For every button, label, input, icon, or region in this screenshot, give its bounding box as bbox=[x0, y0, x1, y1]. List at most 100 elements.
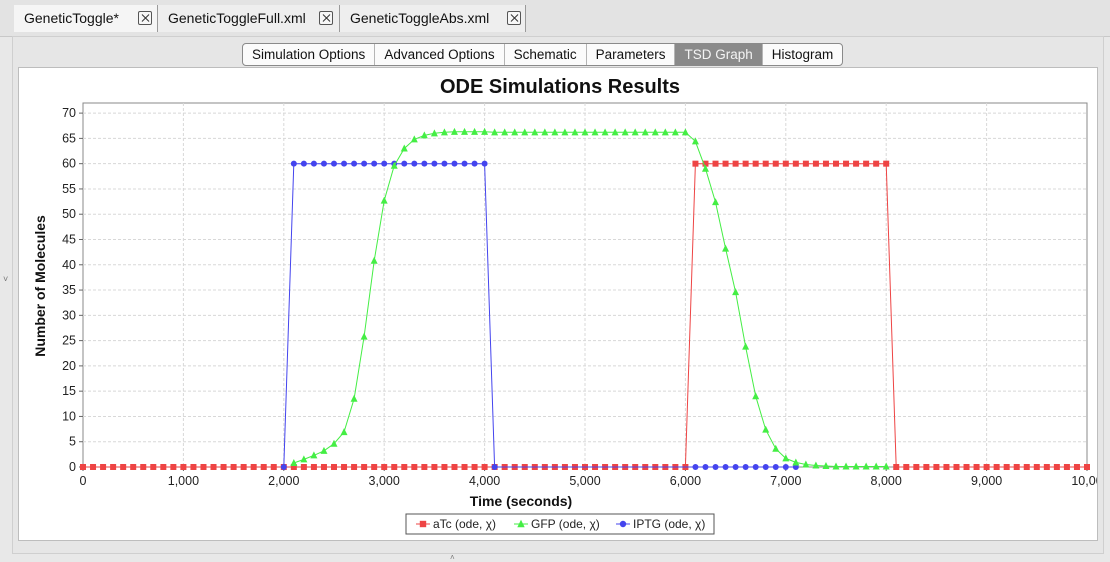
data-point bbox=[943, 464, 950, 470]
y-tick-label: 25 bbox=[62, 334, 76, 348]
data-point bbox=[1003, 464, 1010, 470]
data-point bbox=[782, 160, 789, 167]
resize-handle-icon[interactable]: ˄ bbox=[450, 553, 455, 562]
chart-panel[interactable]: ODE Simulations Results 0 5 10 15 20 25 30 35 40… bbox=[18, 67, 1103, 541]
data-point bbox=[491, 464, 498, 470]
file-tab-genetictoggleabs[interactable]: GeneticToggleAbs.xml bbox=[340, 5, 526, 32]
data-point bbox=[471, 464, 478, 470]
data-point bbox=[802, 160, 809, 167]
y-tick-label: 40 bbox=[62, 258, 76, 272]
view-tab-bar: Simulation Options Advanced Options Sche… bbox=[242, 43, 844, 66]
x-tick-label: 5,000 bbox=[569, 474, 600, 488]
data-point bbox=[893, 464, 900, 470]
file-tab-label: GeneticToggleFull.xml bbox=[168, 10, 306, 26]
data-point bbox=[310, 464, 317, 470]
data-point bbox=[361, 160, 368, 167]
data-point bbox=[732, 464, 739, 470]
data-point bbox=[300, 464, 307, 470]
data-point bbox=[331, 160, 337, 167]
data-point bbox=[1084, 464, 1090, 470]
x-tick-label: 4,000 bbox=[469, 474, 500, 488]
data-point bbox=[240, 464, 247, 470]
data-point bbox=[933, 464, 940, 470]
data-point bbox=[310, 160, 317, 167]
data-point bbox=[1043, 464, 1050, 470]
y-tick-label: 50 bbox=[62, 207, 76, 221]
tab-histogram[interactable]: Histogram bbox=[763, 44, 843, 65]
data-point bbox=[431, 160, 438, 167]
y-tick-label: 60 bbox=[62, 157, 76, 171]
data-point bbox=[341, 464, 348, 470]
data-point bbox=[883, 160, 890, 167]
data-point bbox=[160, 464, 167, 470]
file-tab-label: GeneticToggle* bbox=[24, 10, 119, 26]
data-point bbox=[421, 160, 428, 167]
data-point bbox=[110, 464, 117, 470]
tab-schematic[interactable]: Schematic bbox=[505, 44, 587, 65]
data-point bbox=[411, 160, 418, 167]
y-tick-label: 55 bbox=[62, 182, 76, 196]
data-point bbox=[692, 160, 699, 167]
data-point bbox=[341, 160, 348, 167]
data-point bbox=[331, 464, 337, 470]
data-point bbox=[371, 464, 378, 470]
data-point bbox=[461, 160, 468, 167]
tab-parameters[interactable]: Parameters bbox=[587, 44, 676, 65]
data-point bbox=[290, 160, 297, 167]
file-tab-genetictogglefull[interactable]: GeneticToggleFull.xml bbox=[158, 5, 340, 32]
data-point bbox=[833, 160, 839, 167]
close-icon[interactable] bbox=[138, 11, 152, 25]
data-point bbox=[752, 160, 759, 167]
data-point bbox=[170, 464, 177, 470]
legend-label: aTc (ode, χ) bbox=[433, 517, 496, 531]
file-tab-bar: GeneticToggle* GeneticToggleFull.xml Gen… bbox=[0, 0, 1110, 37]
y-tick-label: 35 bbox=[62, 283, 76, 297]
file-tab-label: GeneticToggleAbs.xml bbox=[350, 10, 490, 26]
data-point bbox=[220, 464, 227, 470]
data-point bbox=[903, 464, 910, 470]
data-point bbox=[401, 464, 408, 470]
x-tick-label: 3,000 bbox=[369, 474, 400, 488]
data-point bbox=[471, 160, 478, 167]
data-point bbox=[230, 464, 237, 470]
x-tick-label: 1,000 bbox=[168, 474, 199, 488]
resize-handle-icon[interactable]: ˅ bbox=[3, 274, 8, 284]
tsd-chart[interactable]: ODE Simulations Results 0 5 10 15 20 25 30 35 40… bbox=[19, 68, 1103, 540]
data-point bbox=[371, 160, 378, 167]
tab-simulation-options[interactable]: Simulation Options bbox=[243, 44, 376, 65]
data-point bbox=[913, 464, 920, 470]
file-tab-genetictoggle[interactable]: GeneticToggle* bbox=[14, 5, 158, 32]
data-point bbox=[843, 160, 850, 167]
chart-title: ODE Simulations Results bbox=[440, 76, 680, 98]
data-point bbox=[381, 160, 388, 167]
data-point bbox=[351, 464, 358, 470]
legend-label: GFP (ode, χ) bbox=[531, 517, 600, 531]
x-tick-label: 9,000 bbox=[971, 474, 1002, 488]
data-point bbox=[983, 464, 990, 470]
data-point bbox=[210, 464, 217, 470]
data-point bbox=[361, 464, 368, 470]
y-tick-label: 30 bbox=[62, 308, 76, 322]
data-point bbox=[853, 160, 860, 167]
data-point bbox=[963, 464, 970, 470]
close-icon[interactable] bbox=[507, 11, 521, 25]
data-point bbox=[200, 464, 207, 470]
y-tick-label: 45 bbox=[62, 233, 76, 247]
data-point bbox=[812, 160, 819, 167]
data-point bbox=[421, 464, 428, 470]
x-tick-label: 7,000 bbox=[770, 474, 801, 488]
data-point bbox=[953, 464, 960, 470]
data-point bbox=[90, 464, 97, 470]
x-tick-label: 6,000 bbox=[670, 474, 701, 488]
tab-tsd-graph[interactable]: TSD Graph bbox=[675, 44, 763, 65]
close-icon[interactable] bbox=[319, 11, 333, 25]
x-tick-label: 2,000 bbox=[268, 474, 299, 488]
data-point bbox=[80, 464, 86, 470]
data-point bbox=[772, 464, 779, 470]
data-point bbox=[722, 464, 729, 470]
data-point bbox=[1053, 464, 1060, 470]
y-tick-label: 20 bbox=[62, 359, 76, 373]
data-point bbox=[742, 160, 749, 167]
x-tick-label: 10,00 bbox=[1071, 474, 1097, 488]
tab-advanced-options[interactable]: Advanced Options bbox=[375, 44, 505, 65]
